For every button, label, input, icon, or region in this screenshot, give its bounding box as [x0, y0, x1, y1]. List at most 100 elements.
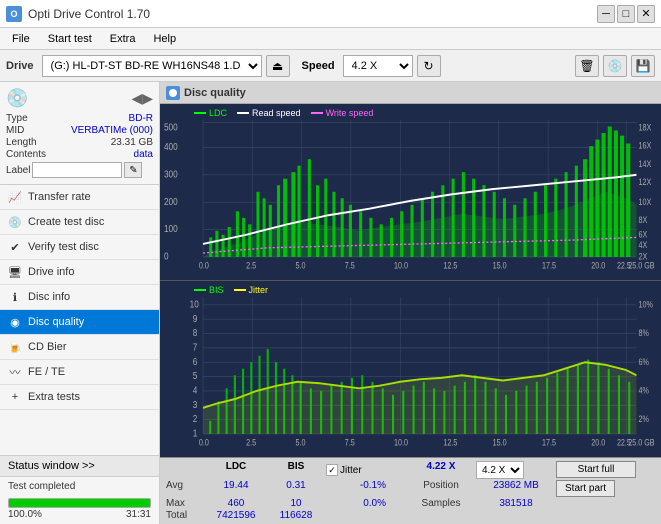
erase-button[interactable]: 🗑: [575, 55, 599, 77]
svg-text:6X: 6X: [639, 230, 648, 240]
svg-text:14X: 14X: [639, 159, 652, 169]
disc-mid-label: MID: [6, 125, 24, 136]
samples-label: Samples: [406, 498, 476, 509]
sidebar-item-extra-tests[interactable]: + Extra tests: [0, 385, 159, 410]
window-controls: ─ □ ✕: [597, 5, 655, 23]
progress-container: 100.0% 31:31: [0, 496, 159, 524]
sidebar-item-label: FE / TE: [28, 366, 65, 378]
close-button[interactable]: ✕: [637, 5, 655, 23]
eject-button[interactable]: ⏏: [266, 55, 290, 77]
stats-avg-row: Avg 19.44 0.31 -0.1% Position 23862 MB S…: [166, 480, 655, 497]
verify-test-disc-icon: ✔: [8, 240, 22, 254]
disc-nav-arrows[interactable]: ◀▶: [131, 90, 153, 107]
sidebar: 💿 ◀▶ Type BD-R MID VERBATIMe (000) Lengt…: [0, 82, 160, 524]
jitter-checkbox[interactable]: ✓: [326, 464, 338, 476]
position-label: Position: [406, 480, 476, 497]
svg-text:2.5: 2.5: [246, 261, 256, 270]
sidebar-item-disc-quality[interactable]: ◉ Disc quality: [0, 310, 159, 335]
svg-text:9: 9: [193, 312, 198, 324]
speed-select[interactable]: 4.2 X: [343, 55, 413, 77]
svg-text:10X: 10X: [639, 197, 652, 207]
svg-text:12X: 12X: [639, 177, 652, 187]
samples-value: 381518: [476, 498, 556, 509]
start-part-button[interactable]: Start part: [556, 480, 615, 497]
sidebar-item-create-test-disc[interactable]: 💿 Create test disc: [0, 210, 159, 235]
menu-file[interactable]: File: [4, 31, 38, 47]
svg-text:15.0: 15.0: [493, 261, 507, 270]
sidebar-item-label: Drive info: [28, 266, 74, 278]
titlebar-title: Opti Drive Control 1.70: [28, 7, 150, 21]
disc-label-input[interactable]: [32, 162, 122, 178]
start-full-button[interactable]: Start full: [556, 461, 636, 478]
svg-text:17.5: 17.5: [542, 438, 556, 447]
save-button[interactable]: 💾: [631, 55, 655, 77]
sidebar-item-fe-te[interactable]: 〰 FE / TE: [0, 360, 159, 385]
svg-text:12.5: 12.5: [443, 438, 457, 447]
fe-te-icon: 〰: [8, 365, 22, 379]
sidebar-item-transfer-rate[interactable]: 📈 Transfer rate: [0, 185, 159, 210]
drive-select[interactable]: (G:) HL-DT-ST BD-RE WH16NS48 1.D3: [42, 55, 262, 77]
svg-text:20.0: 20.0: [591, 438, 605, 447]
svg-text:10.0: 10.0: [394, 261, 408, 270]
svg-text:18X: 18X: [639, 123, 652, 133]
sidebar-item-cd-bier[interactable]: 🍺 CD Bier: [0, 335, 159, 360]
maximize-button[interactable]: □: [617, 5, 635, 23]
bottom-chart-svg: 1 2 3 4 5 6 7 8 9 10 10% 8% 6% 4% 2%: [164, 297, 657, 447]
disc-type-row: Type BD-R: [6, 113, 153, 124]
top-chart: LDC Read speed Write speed: [160, 104, 661, 281]
burn-button[interactable]: 💿: [603, 55, 627, 77]
status-window-label: Status window >>: [8, 460, 95, 472]
disc-length-label: Length: [6, 137, 37, 148]
svg-text:3: 3: [193, 398, 198, 410]
bis-legend: BIS: [194, 285, 224, 295]
svg-text:10.0: 10.0: [394, 438, 408, 447]
total-ldc-value: 7421596: [206, 510, 266, 521]
svg-text:16X: 16X: [639, 141, 652, 151]
create-test-disc-icon: 💿: [8, 215, 22, 229]
stats-total-row: Total 7421596 116628: [166, 510, 655, 521]
disc-icon: 💿: [6, 88, 28, 109]
sidebar-item-label: Disc quality: [28, 316, 84, 328]
svg-text:7: 7: [193, 340, 198, 352]
sidebar-item-disc-info[interactable]: ℹ Disc info: [0, 285, 159, 310]
refresh-button[interactable]: ↻: [417, 55, 441, 77]
stats-speed-header: 4.22 X: [406, 461, 476, 479]
menubar: File Start test Extra Help: [0, 28, 661, 50]
disc-label-label: Label: [6, 165, 30, 176]
svg-text:2: 2: [193, 412, 198, 424]
status-window-header[interactable]: Status window >>: [0, 456, 159, 477]
svg-text:6: 6: [193, 355, 198, 367]
jitter-legend: Jitter: [234, 285, 269, 295]
disc-mid-value: VERBATIMe (000): [71, 125, 153, 136]
svg-text:8: 8: [193, 326, 198, 338]
ldc-legend: LDC: [194, 108, 227, 118]
minimize-button[interactable]: ─: [597, 5, 615, 23]
disc-type-value: BD-R: [129, 113, 153, 124]
cd-bier-icon: 🍺: [8, 340, 22, 354]
jitter-checkbox-row: ✓ Jitter: [326, 461, 406, 479]
disc-length-row: Length 23.31 GB: [6, 137, 153, 148]
sidebar-item-verify-test-disc[interactable]: ✔ Verify test disc: [0, 235, 159, 260]
progress-time: 31:31: [126, 509, 151, 520]
stats-bis-header: BIS: [266, 461, 326, 479]
svg-text:7.5: 7.5: [345, 438, 355, 447]
start-part-container: Start part: [556, 480, 636, 497]
sidebar-item-label: Extra tests: [28, 391, 80, 403]
chart-header-icon: [166, 86, 180, 100]
menu-start-test[interactable]: Start test: [40, 31, 100, 47]
transfer-rate-icon: 📈: [8, 190, 22, 204]
svg-text:10: 10: [190, 297, 199, 309]
max-label: Max: [166, 498, 206, 509]
disc-length-value: 23.31 GB: [111, 137, 153, 148]
svg-text:15.0: 15.0: [493, 438, 507, 447]
sidebar-item-drive-info[interactable]: 🖥 Drive info: [0, 260, 159, 285]
disc-label-edit-button[interactable]: ✎: [124, 162, 142, 178]
menu-help[interactable]: Help: [145, 31, 184, 47]
speed-label: Speed: [302, 60, 335, 72]
svg-text:0.0: 0.0: [199, 438, 209, 447]
chart-header: Disc quality: [160, 82, 661, 104]
menu-extra[interactable]: Extra: [102, 31, 144, 47]
position-value: 23862 MB: [476, 480, 556, 497]
avg-ldc-value: 19.44: [206, 480, 266, 497]
stats-speed-select[interactable]: 4.2 X: [476, 461, 524, 479]
